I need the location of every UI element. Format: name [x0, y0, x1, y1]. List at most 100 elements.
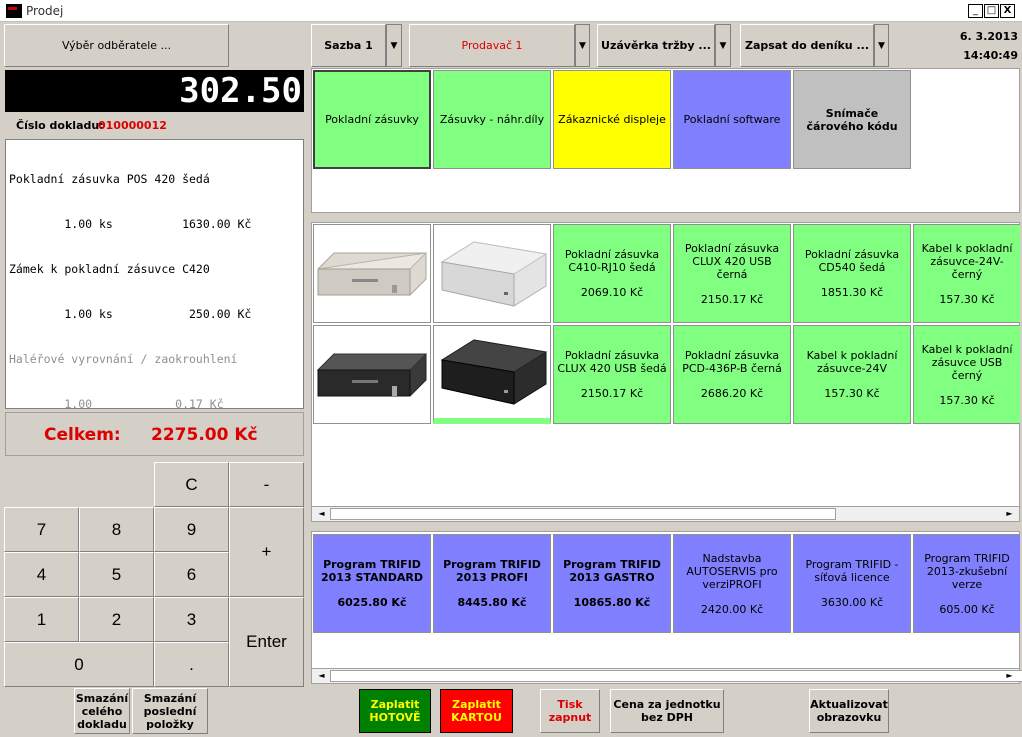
category-drawers[interactable]: Pokladní zásuvky: [313, 70, 431, 169]
product-tile[interactable]: Kabel k pokladní zásuvce-24V 157.30 Kč: [793, 325, 911, 424]
delete-last-item-button[interactable]: Smazání poslední položky: [132, 688, 208, 734]
key-plus[interactable]: +: [229, 507, 304, 597]
total-label: Celkem:: [44, 425, 121, 445]
journal-button[interactable]: Zapsat do deníku ...: [740, 24, 874, 67]
scroll-right-icon[interactable]: ►: [1002, 507, 1017, 521]
scroll-left-icon[interactable]: ◄: [314, 669, 329, 683]
software-scrollbar[interactable]: ◄ ►: [311, 668, 1022, 684]
product-tile[interactable]: Pokladní zásuvka PCD-436P-B černá 2686.2…: [673, 325, 791, 424]
time-label: 14:40:49: [963, 49, 1018, 62]
key-4[interactable]: 4: [4, 552, 79, 597]
product-name: Kabel k pokladní zásuvce-24V: [806, 349, 898, 375]
refresh-screen-button[interactable]: Aktualizovat obrazovku: [809, 689, 889, 733]
software-tile[interactable]: Program TRIFID 2013 PROFI 8445.80 Kč: [433, 534, 551, 633]
close-button[interactable]: X: [1000, 4, 1015, 18]
category-pos-software[interactable]: Pokladní software: [673, 70, 791, 169]
product-price: 2686.20 Kč: [700, 387, 764, 400]
key-1[interactable]: 1: [4, 597, 79, 642]
key-enter[interactable]: Enter: [229, 597, 304, 687]
journal-dropdown-icon[interactable]: ▼: [874, 24, 889, 67]
software-price: 10865.80 Kč: [573, 596, 651, 609]
total-value: 2275.00 Kč: [151, 425, 258, 445]
seller-dropdown-icon[interactable]: ▼: [575, 24, 590, 67]
pay-card-button[interactable]: Zaplatit KARTOU: [440, 689, 513, 733]
product-tile[interactable]: Pokladní zásuvka CD540 šedá 1851.30 Kč: [793, 224, 911, 323]
software-price: 2420.00 Kč: [700, 602, 764, 616]
amount-display: 302.50: [5, 70, 304, 112]
product-tile[interactable]: Kabel k pokladní zásuvce-24V-černý 157.3…: [913, 224, 1020, 323]
product-name: Pokladní zásuvka CLUX 420 USB šedá: [557, 349, 667, 375]
receipt-line: 1.00 ks 250.00 Kč: [9, 307, 252, 321]
scroll-right-icon[interactable]: ►: [1002, 669, 1017, 683]
scroll-left-icon[interactable]: ◄: [314, 507, 329, 521]
key-clear[interactable]: C: [154, 462, 229, 507]
software-name: Program TRIFID 2013 GASTRO: [563, 558, 661, 584]
key-minus[interactable]: -: [229, 462, 304, 507]
key-8[interactable]: 8: [79, 507, 154, 552]
product-tile[interactable]: Pokladní zásuvka CLUX 420 USB šedá 2150.…: [553, 325, 671, 424]
product-price: 2069.10 Kč: [580, 286, 644, 299]
delete-document-button[interactable]: Smazání celého dokladu: [74, 688, 130, 734]
key-7[interactable]: 7: [4, 507, 79, 552]
product-image-tile[interactable]: [313, 224, 431, 323]
date-label: 6. 3.2013: [959, 30, 1018, 43]
receipt-list[interactable]: Pokladní zásuvka POS 420 šedá 1.00 ks 16…: [5, 139, 304, 411]
product-tile[interactable]: Pokladní zásuvka CLUX 420 USB černá 2150…: [673, 224, 791, 323]
software-tile[interactable]: Program TRIFID 2013 STANDARD 6025.80 Kč: [313, 534, 431, 633]
closing-dropdown-icon[interactable]: ▼: [715, 24, 731, 67]
scroll-thumb[interactable]: [330, 508, 836, 520]
product-scrollbar[interactable]: ◄ ►: [311, 506, 1020, 522]
rate-dropdown-icon[interactable]: ▼: [386, 24, 402, 67]
receipt-line: Pokladní zásuvka POS 420 šedá: [9, 172, 210, 186]
software-tile[interactable]: Program TRIFID - síťová licence 3630.00 …: [793, 534, 911, 633]
product-image-tile[interactable]: [313, 325, 431, 424]
product-name: Pokladní zásuvka CLUX 420 USB černá: [684, 241, 780, 281]
product-tile[interactable]: Pokladní zásuvka C410-RJ10 šedá 2069.10 …: [553, 224, 671, 323]
product-price: 157.30 Kč: [939, 393, 995, 407]
software-price: 605.00 Kč: [939, 602, 995, 616]
product-image-tile[interactable]: [433, 224, 551, 323]
key-0[interactable]: 0: [4, 642, 154, 687]
cash-drawer-light-image: [440, 240, 548, 307]
title-bar: Prodej _ □ X: [0, 0, 1022, 22]
software-price: 6025.80 Kč: [337, 596, 407, 609]
print-toggle-button[interactable]: Tisk zapnut: [540, 689, 600, 733]
key-5[interactable]: 5: [79, 552, 154, 597]
maximize-button[interactable]: □: [984, 4, 999, 18]
key-6[interactable]: 6: [154, 552, 229, 597]
software-name: Nadstavba AUTOSERVIS pro verziPROFI: [686, 551, 778, 591]
seller-select[interactable]: Prodavač 1: [409, 24, 575, 67]
total-box: Celkem: 2275.00 Kč: [5, 412, 304, 456]
scroll-thumb[interactable]: [330, 670, 1022, 682]
software-name: Program TRIFID - síťová licence: [805, 558, 899, 584]
receipt-line: 1.00 ks 1630.00 Kč: [9, 217, 252, 231]
product-name: Kabel k pokladní zásuvce-24V-černý: [921, 241, 1013, 281]
category-barcode-scanners[interactable]: Snímače čárového kódu: [793, 70, 911, 169]
key-3[interactable]: 3: [154, 597, 229, 642]
software-tile[interactable]: Program TRIFID 2013-zkušební verze 605.0…: [913, 534, 1020, 633]
cash-drawer-black-image: [316, 353, 428, 396]
software-name: Program TRIFID 2013 PROFI: [443, 558, 541, 584]
rate-select[interactable]: Sazba 1: [311, 24, 386, 67]
product-price: 1851.30 Kč: [820, 286, 884, 299]
software-tile[interactable]: Program TRIFID 2013 GASTRO 10865.80 Kč: [553, 534, 671, 633]
category-customer-displays[interactable]: Zákaznické displeje: [553, 70, 671, 169]
pay-cash-button[interactable]: Zaplatit HOTOVĚ: [359, 689, 431, 733]
product-name: Pokladní zásuvka C410-RJ10 šedá: [564, 248, 660, 274]
key-9[interactable]: 9: [154, 507, 229, 552]
software-name: Program TRIFID 2013-zkušební verze: [924, 551, 1010, 591]
closing-button[interactable]: Uzávěrka tržby ...: [597, 24, 715, 67]
key-dot[interactable]: .: [154, 642, 229, 687]
receipt-line: Zámek k pokladní zásuvce C420: [9, 262, 210, 276]
software-tile[interactable]: Nadstavba AUTOSERVIS pro verziPROFI 2420…: [673, 534, 791, 633]
product-tile[interactable]: Kabel k pokladní zásuvce USB černý 157.3…: [913, 325, 1020, 424]
cash-drawer-gray-image: [317, 251, 428, 295]
key-2[interactable]: 2: [79, 597, 154, 642]
product-price: 2150.17 Kč: [580, 387, 644, 400]
category-drawer-parts[interactable]: Zásuvky - náhr.díly: [433, 70, 551, 169]
minimize-button[interactable]: _: [968, 4, 983, 18]
product-image-tile[interactable]: [433, 325, 551, 424]
customer-select-button[interactable]: Výběr odběratele ...: [4, 24, 229, 67]
product-name: Pokladní zásuvka CD540 šedá: [804, 248, 900, 274]
unit-price-button[interactable]: Cena za jednotku bez DPH: [610, 689, 724, 733]
